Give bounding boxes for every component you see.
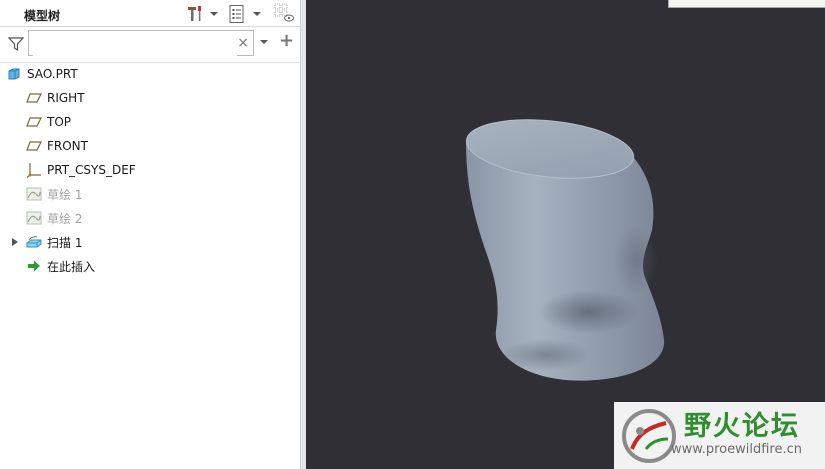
forum-logo-icon xyxy=(622,409,676,463)
settings-tools-button[interactable] xyxy=(186,4,206,24)
watermark-title: 野火论坛 xyxy=(684,411,800,442)
datum-plane-icon xyxy=(26,117,42,127)
sweep-icon xyxy=(26,236,42,248)
tree-item-front[interactable]: FRONT xyxy=(26,135,88,157)
search-box: × xyxy=(28,30,254,56)
dropdown-icon xyxy=(210,12,218,16)
search-row: × + xyxy=(0,29,300,59)
tree-item-root[interactable]: SAO.PRT xyxy=(6,63,78,85)
tree-item-sketch-1[interactable]: 草绘 1 xyxy=(26,183,82,205)
search-input[interactable] xyxy=(33,32,237,56)
show-dropdown[interactable] xyxy=(252,4,262,24)
tree-filter-icon xyxy=(274,3,294,22)
datum-plane-icon xyxy=(26,141,42,151)
tree-item-sweep-1[interactable]: 扫描 1 xyxy=(26,231,82,253)
tree-item-right[interactable]: RIGHT xyxy=(26,87,85,109)
tab-divider xyxy=(0,26,300,27)
csys-icon xyxy=(26,163,41,178)
search-clear-icon[interactable]: × xyxy=(237,34,249,52)
tree-item-label: 扫描 1 xyxy=(47,235,83,250)
tree-item-insert-here[interactable]: 在此插入 xyxy=(26,255,95,277)
dropdown-icon xyxy=(253,12,261,16)
tree-item-label: PRT_CSYS_DEF xyxy=(47,163,136,177)
part-icon xyxy=(8,68,20,80)
insert-here-arrow-icon xyxy=(28,260,40,272)
sweep-model-render xyxy=(465,119,665,381)
tree-item-label: 在此插入 xyxy=(47,259,96,274)
tree-item-label: FRONT xyxy=(47,139,88,153)
add-filter-icon[interactable]: + xyxy=(279,32,294,50)
show-button[interactable] xyxy=(228,4,246,24)
sketch-icon xyxy=(26,187,42,201)
graphics-viewport[interactable] xyxy=(306,0,825,469)
sketch-icon xyxy=(26,211,42,225)
tree-item-csys[interactable]: PRT_CSYS_DEF xyxy=(26,159,136,181)
filter-icon[interactable] xyxy=(8,36,24,52)
watermark-url: www.proewildfire.cn xyxy=(671,442,802,457)
expand-toggle[interactable] xyxy=(11,231,21,253)
forum-watermark: 野火论坛 www.proewildfire.cn xyxy=(614,402,825,469)
tree-item-label: 草绘 1 xyxy=(47,187,83,202)
settings-tools-icon xyxy=(188,6,201,21)
expand-arrow-icon xyxy=(12,238,18,246)
tree-item-label: SAO.PRT xyxy=(27,67,78,81)
tree-item-label: 草绘 2 xyxy=(47,211,83,226)
tree-item-label: TOP xyxy=(47,115,72,129)
tree-filter-button[interactable] xyxy=(273,3,295,23)
datum-plane-icon xyxy=(26,93,42,103)
show-list-icon xyxy=(229,5,244,23)
tree-item-top[interactable]: TOP xyxy=(26,111,71,133)
settings-dropdown[interactable] xyxy=(209,4,219,24)
tree-item-label: RIGHT xyxy=(47,91,85,105)
tree-item-sketch-2[interactable]: 草绘 2 xyxy=(26,207,82,229)
top-toolbar-fragment xyxy=(668,0,825,8)
model-tree-panel: 模型树 × + SAO.PRT RIGHT TOP FRONT PRT_CSYS… xyxy=(0,0,300,469)
model-tree-tab[interactable]: 模型树 xyxy=(24,7,60,24)
search-dropdown-icon[interactable] xyxy=(259,37,269,47)
